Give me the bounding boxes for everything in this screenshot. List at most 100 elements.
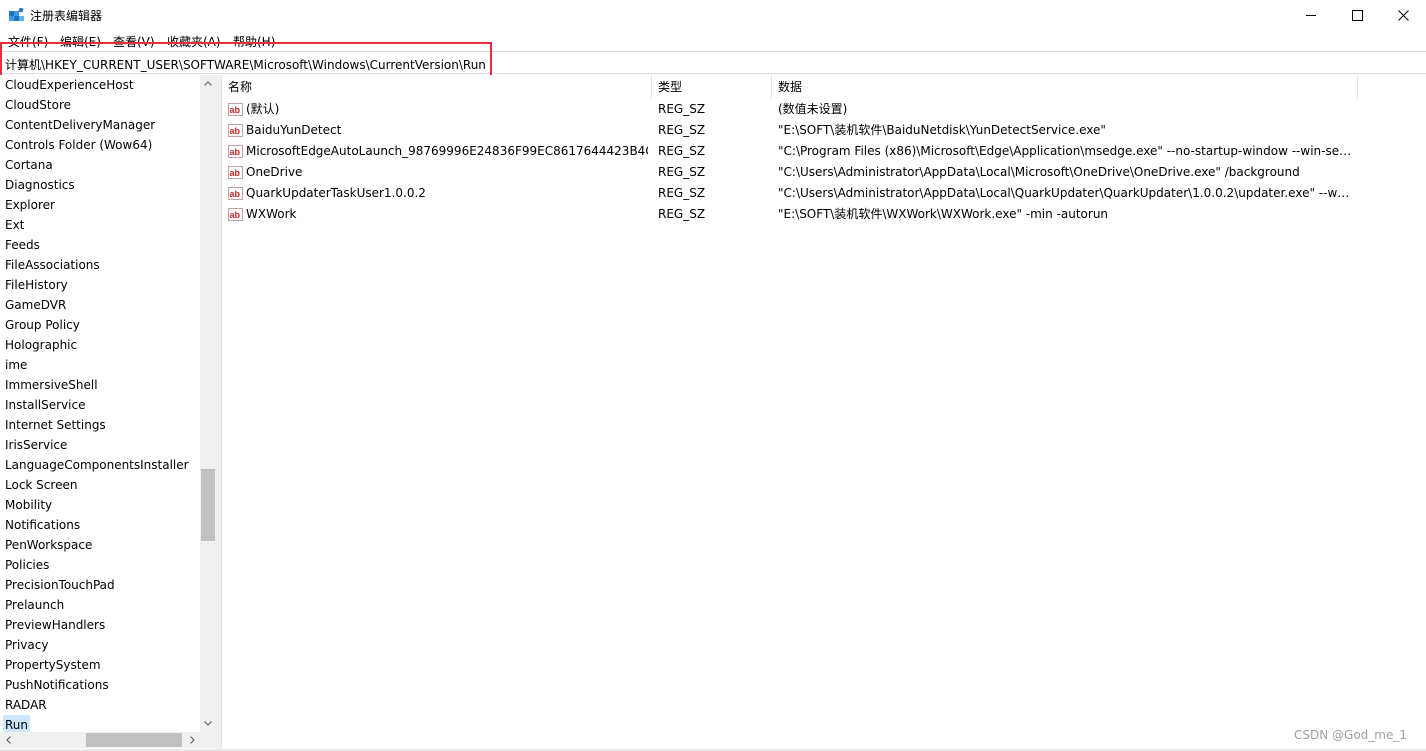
ab-string-icon: ab [228,208,243,221]
tree-item[interactable]: LanguageComponentsInstaller [5,455,189,475]
tree-item[interactable]: PreviewHandlers [5,615,105,635]
ab-string-icon: ab [228,187,243,200]
tree-item[interactable]: FileAssociations [5,255,100,275]
value-data: (数值未设置) [778,102,848,116]
window-title: 注册表编辑器 [30,9,103,23]
tree-item[interactable]: Diagnostics [5,175,75,195]
close-button[interactable] [1380,0,1426,30]
tree-item[interactable]: Explorer [5,195,55,215]
value-name-cell: ab (默认) [228,99,648,120]
ab-string-icon: ab [228,166,243,179]
value-name-cell: ab OneDrive [228,162,648,183]
value-name: (默认) [246,102,280,116]
svg-text:ab: ab [230,189,241,199]
tree-item[interactable]: FileHistory [5,275,68,295]
table-row[interactable]: ab BaiduYunDetect REG_SZ "E:\SOFT\装机软件\Baid… [222,120,1358,141]
value-name-cell: ab QuarkUpdaterTaskUser1.0.0.2 [228,183,648,204]
close-icon [1397,9,1409,21]
column-header-data[interactable]: 数据 [772,75,1358,99]
column-header-type[interactable]: 类型 [652,75,772,99]
tree-item[interactable]: Ext [5,215,24,235]
minimize-button[interactable] [1288,0,1334,30]
value-name: MicrosoftEdgeAutoLaunch_98769996E24836F9… [246,144,648,158]
tree-item[interactable]: Policies [5,555,49,575]
svg-text:ab: ab [230,168,241,178]
tree-item[interactable]: InstallService [5,395,85,415]
tree-item[interactable]: Lock Screen [5,475,77,495]
chevron-right-icon [189,736,195,744]
tree-item[interactable]: Prelaunch [5,595,64,615]
value-type: REG_SZ [658,207,706,221]
tree-item[interactable]: Privacy [5,635,48,655]
scroll-down-button[interactable] [200,715,216,731]
scroll-thumb[interactable] [201,469,215,541]
tree-item[interactable]: Controls Folder (Wow64) [5,135,152,155]
tree-item[interactable]: CloudExperienceHost [5,75,134,95]
regedit-app-icon [9,8,24,21]
value-data: "C:\Program Files (x86)\Microsoft\Edge\A… [778,144,1356,158]
value-type: REG_SZ [658,165,706,179]
scrollbar-corner [200,732,216,748]
value-name-cell: ab BaiduYunDetect [228,120,648,141]
tree-item[interactable]: GameDVR [5,295,66,315]
table-row[interactable]: ab (默认) REG_SZ (数值未设置) [222,99,1358,120]
tree-item[interactable]: PropertySystem [5,655,101,675]
ab-string-icon: ab [228,103,243,116]
tree-item[interactable]: ime [5,355,27,375]
maximize-button[interactable] [1334,0,1380,30]
table-row[interactable]: ab MicrosoftEdgeAutoLaunch_98769996E24836… [222,141,1358,162]
tree-item[interactable]: PushNotifications [5,675,109,695]
tree-item[interactable]: Internet Settings [5,415,106,435]
tree-item[interactable]: RADAR [5,695,47,715]
scroll-right-button[interactable] [184,732,200,748]
registry-key-tree[interactable]: CloudExperienceHost CloudStore ContentDeli… [0,75,200,732]
tree-item[interactable]: IrisService [5,435,67,455]
tree-vertical-scrollbar[interactable] [200,75,216,732]
scroll-left-button[interactable] [0,732,16,748]
tree-item[interactable]: PrecisionTouchPad [5,575,115,595]
ab-string-icon: ab [228,145,243,158]
tree-item[interactable]: Notifications [5,515,80,535]
svg-text:ab: ab [230,126,241,136]
registry-values-list[interactable]: 名称 类型 数据 ab (默认) REG_SZ (数值未设置) ab BaiduYunDe… [221,75,1424,749]
value-data: "E:\SOFT\装机软件\WXWork\WXWork.exe" -min -a… [778,207,1109,221]
svg-text:ab: ab [230,105,241,115]
value-type: REG_SZ [658,186,706,200]
tree-item[interactable]: Group Policy [5,315,80,335]
tree-item[interactable]: ImmersiveShell [5,375,98,395]
watermark: CSDN @God_me_1 [1294,728,1407,742]
table-row[interactable]: ab OneDrive REG_SZ "C:\Users\Administrator\… [222,162,1358,183]
title-bar: 注册表编辑器 [0,0,1426,30]
column-header-name[interactable]: 名称 [222,75,652,99]
scroll-up-button[interactable] [200,75,216,91]
horizontal-scroll-thumb[interactable] [86,733,182,747]
svg-text:ab: ab [230,147,241,157]
table-row[interactable]: ab WXWork REG_SZ "E:\SOFT\装机软件\WXWork\WXWor… [222,204,1358,225]
value-name-cell: ab MicrosoftEdgeAutoLaunch_98769996E24836… [228,141,648,162]
tree-item[interactable]: ContentDeliveryManager [5,115,155,135]
tree-item[interactable]: Run [3,715,31,732]
ab-string-icon: ab [228,124,243,137]
value-data: "C:\Users\Administrator\AppData\Local\Mi… [778,165,1300,179]
tree-item[interactable]: CloudStore [5,95,71,115]
chevron-left-icon [5,736,11,744]
value-type: REG_SZ [658,123,706,137]
tree-item[interactable]: PenWorkspace [5,535,92,555]
value-name: OneDrive [246,165,303,179]
tree-horizontal-scrollbar[interactable] [0,732,200,748]
tree-item[interactable]: Cortana [5,155,53,175]
value-type: REG_SZ [658,102,706,116]
value-name: WXWork [246,207,297,221]
tree-item[interactable]: Feeds [5,235,40,255]
table-row[interactable]: ab QuarkUpdaterTaskUser1.0.0.2 REG_SZ "C:\U… [222,183,1358,204]
value-name: BaiduYunDetect [246,123,342,137]
value-type: REG_SZ [658,144,706,158]
chevron-down-icon [204,720,212,726]
minimize-icon [1305,14,1316,16]
maximize-icon [1351,9,1363,21]
value-data: "E:\SOFT\装机软件\BaiduNetdisk\YunDetectServ… [778,123,1106,137]
tree-item[interactable]: Holographic [5,335,77,355]
value-name: QuarkUpdaterTaskUser1.0.0.2 [246,186,426,200]
tree-item[interactable]: Mobility [5,495,52,515]
column-header-spacer [1358,75,1425,99]
